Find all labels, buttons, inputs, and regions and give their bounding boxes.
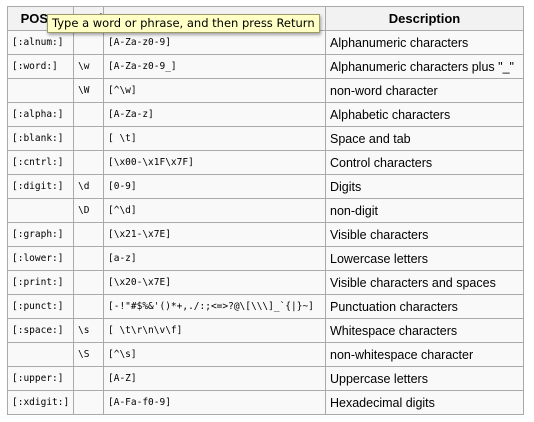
- table-row: [:lower:] [a-z] Lowercase letters: [7, 246, 524, 271]
- description-cell: Digits: [325, 174, 524, 199]
- posix-cell: [:alnum:]: [7, 30, 74, 55]
- posix-cell: [:punct:]: [7, 294, 74, 319]
- perl-cell: \D: [73, 198, 104, 223]
- posix-cell: [:word:]: [7, 54, 74, 79]
- posix-cell: [7, 342, 74, 367]
- posix-cell: [:lower:]: [7, 246, 74, 271]
- description-cell: Uppercase letters: [325, 366, 524, 391]
- ascii-cell: [\x00-\x1F\x7F]: [103, 150, 326, 175]
- posix-cell: [:print:]: [7, 270, 74, 295]
- ascii-cell: [\x20-\x7E]: [103, 270, 326, 295]
- ascii-cell: [A-Za-z0-9_]: [103, 54, 326, 79]
- posix-cell: [:digit:]: [7, 174, 74, 199]
- table-row: \D [^\d] non-digit: [7, 198, 524, 223]
- ascii-cell: [ \t]: [103, 126, 326, 151]
- perl-cell: \s: [73, 318, 104, 343]
- posix-cell: [:blank:]: [7, 126, 74, 151]
- table-row: [:alnum:] [A-Za-z0-9] Alphanumeric charact…: [7, 30, 524, 55]
- ascii-cell: [a-z]: [103, 246, 326, 271]
- perl-cell: \w: [73, 54, 104, 79]
- description-cell: Space and tab: [325, 126, 524, 151]
- description-cell: Visible characters and spaces: [325, 270, 524, 295]
- perl-cell: [73, 150, 104, 175]
- perl-cell: [73, 390, 104, 415]
- description-cell: Alphabetic characters: [325, 102, 524, 127]
- ascii-cell: [ \t\r\n\v\f]: [103, 318, 326, 343]
- table-row: [:print:] [\x20-\x7E] Visible characters a…: [7, 270, 524, 295]
- ascii-cell: [\x21-\x7E]: [103, 222, 326, 247]
- posix-cell: [:cntrl:]: [7, 150, 74, 175]
- posix-cell: [:space:]: [7, 318, 74, 343]
- description-cell: Alphanumeric characters plus "_": [325, 54, 524, 79]
- description-cell: Lowercase letters: [325, 246, 524, 271]
- perl-cell: [73, 366, 104, 391]
- posix-cell: [:xdigit:]: [7, 390, 74, 415]
- description-cell: non-whitespace character: [325, 342, 524, 367]
- ascii-cell: [A-Fa-f0-9]: [103, 390, 326, 415]
- description-cell: Punctuation characters: [325, 294, 524, 319]
- perl-cell: \S: [73, 342, 104, 367]
- perl-cell: [73, 30, 104, 55]
- ascii-cell: [A-Z]: [103, 366, 326, 391]
- ascii-cell: [^\w]: [103, 78, 326, 103]
- perl-cell: \d: [73, 174, 104, 199]
- posix-cell: [7, 78, 74, 103]
- description-cell: Whitespace characters: [325, 318, 524, 343]
- table-row: [:upper:] [A-Z] Uppercase letters: [7, 366, 524, 391]
- description-cell: non-digit: [325, 198, 524, 223]
- table-row: [:space:] \s[ \t\r\n\v\f] Whitespace chara…: [7, 318, 524, 343]
- perl-cell: [73, 270, 104, 295]
- posix-cell: [7, 198, 74, 223]
- ascii-cell: [^\d]: [103, 198, 326, 223]
- posix-cell: [:alpha:]: [7, 102, 74, 127]
- table-row: [:punct:] [-!"#$%&'()*+,./:;<=>?@\[\\\]_`…: [7, 294, 524, 319]
- perl-cell: [73, 222, 104, 247]
- perl-cell: [73, 246, 104, 271]
- table-row: [:alpha:] [A-Za-z] Alphabetic characters: [7, 102, 524, 127]
- ascii-cell: [-!"#$%&'()*+,./:;<=>?@\[\\\]_`{|}~]: [103, 294, 326, 319]
- perl-cell: [73, 294, 104, 319]
- table-row: \S [^\s] non-whitespace character: [7, 342, 524, 367]
- table-row: [:graph:] [\x21-\x7E] Visible characters: [7, 222, 524, 247]
- description-cell: Alphanumeric characters: [325, 30, 524, 55]
- description-cell: non-word character: [325, 78, 524, 103]
- header-description: Description: [325, 6, 524, 31]
- perl-cell: [73, 126, 104, 151]
- ascii-cell: [A-Za-z]: [103, 102, 326, 127]
- tooltip: Type a word or phrase, and then press Re…: [47, 14, 320, 33]
- perl-cell: [73, 102, 104, 127]
- table-row: [:cntrl:] [\x00-\x1F\x7F] Control characte…: [7, 150, 524, 175]
- table-row: [:digit:] \d [0-9] Digits: [7, 174, 524, 199]
- ascii-cell: [0-9]: [103, 174, 326, 199]
- table-row: [:word:] \w [A-Za-z0-9_] Alphanumeric chara…: [7, 54, 524, 79]
- table-row: [:blank:] [ \t] Space and tab: [7, 126, 524, 151]
- posix-cell: [:upper:]: [7, 366, 74, 391]
- table-row: [:xdigit:] [A-Fa-f0-9] Hexadecimal digits: [7, 390, 524, 415]
- description-cell: Visible characters: [325, 222, 524, 247]
- table-row: \W [^\w] non-word character: [7, 78, 524, 103]
- character-class-table: POSIX Perl ASCII Description [:alnum:][A…: [7, 6, 524, 415]
- description-cell: Control characters: [325, 150, 524, 175]
- perl-cell: \W: [73, 78, 104, 103]
- posix-cell: [:graph:]: [7, 222, 74, 247]
- description-cell: Hexadecimal digits: [325, 390, 524, 415]
- ascii-cell: [A-Za-z0-9]: [103, 30, 326, 55]
- ascii-cell: [^\s]: [103, 342, 326, 367]
